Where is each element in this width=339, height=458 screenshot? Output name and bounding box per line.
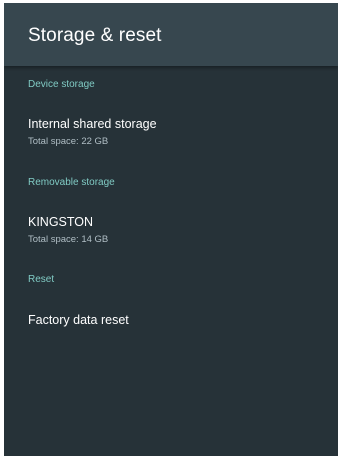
factory-data-reset-title: Factory data reset	[28, 313, 129, 327]
section-header-reset: Reset	[28, 274, 55, 285]
kingston-storage-title: KINGSTON	[28, 215, 94, 229]
settings-screen: Storage & reset Device storage Internal …	[4, 3, 338, 456]
internal-shared-storage-summary: Total space: 22 GB	[28, 136, 109, 147]
section-header-removable-storage: Removable storage	[28, 177, 115, 188]
app-bar: Storage & reset	[4, 3, 338, 66]
kingston-storage-item[interactable]: KINGSTON Total space: 14 GB	[4, 214, 338, 246]
internal-shared-storage-title: Internal shared storage	[28, 117, 157, 131]
kingston-storage-summary: Total space: 14 GB	[28, 234, 109, 245]
factory-data-reset-item[interactable]: Factory data reset	[4, 312, 338, 328]
section-header-device-storage: Device storage	[28, 79, 95, 90]
page-title: Storage & reset	[28, 25, 162, 46]
internal-shared-storage-item[interactable]: Internal shared storage Total space: 22 …	[4, 116, 338, 148]
